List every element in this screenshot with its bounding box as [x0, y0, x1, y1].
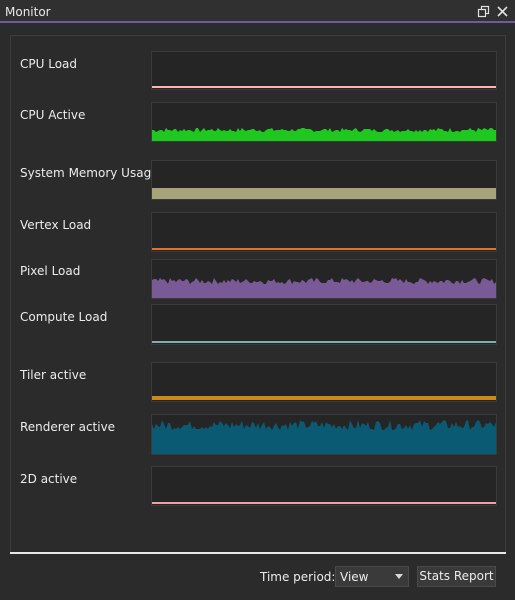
metric-line [152, 248, 496, 250]
metric-graph-pixel-load [151, 259, 497, 299]
metric-graph-tiler-active [151, 362, 497, 402]
metric-label: Compute Load [20, 310, 108, 324]
time-period-label: Time period: [260, 570, 336, 584]
metric-label: Renderer active [20, 420, 116, 434]
metric-fill [152, 278, 496, 298]
metric-graph-cpu-load [151, 51, 497, 90]
monitor-panel: CPU Load CPU Active System Memory Usage … [10, 35, 506, 553]
metric-label: 2D active [20, 472, 78, 486]
time-period-value: View [340, 570, 369, 584]
metric-graph-plot [152, 420, 496, 454]
footer-divider [10, 552, 506, 554]
metric-label: Tiler active [20, 368, 87, 382]
metric-line [152, 341, 496, 343]
close-icon[interactable] [496, 5, 509, 18]
metric-line [152, 86, 496, 88]
metric-graph-2d-active [151, 466, 497, 506]
metric-label: System Memory Usage [20, 166, 159, 180]
metric-graph-plot [152, 278, 496, 298]
metric-graph-plot [152, 86, 496, 88]
metric-label: Vertex Load [20, 218, 92, 232]
chevron-down-icon [395, 574, 403, 579]
metric-graph-plot [152, 341, 496, 343]
metric-label: CPU Load [20, 57, 77, 71]
metric-graph-compute-load [151, 304, 497, 345]
metric-fill [152, 128, 496, 141]
window-title: Monitor [5, 5, 51, 19]
metric-graph-cpu-active [151, 102, 497, 142]
metric-graph-plot [152, 188, 496, 199]
metric-graph-plot [152, 502, 496, 504]
metric-graph-plot [152, 396, 496, 400]
metric-graph-vertex-load [151, 212, 497, 252]
metric-graph-plot [152, 248, 496, 250]
time-period-select[interactable]: View [335, 566, 409, 587]
stats-report-button[interactable]: Stats Report [417, 566, 496, 587]
metric-fill [152, 188, 496, 199]
restore-icon[interactable] [477, 5, 490, 18]
metric-line [152, 396, 496, 400]
title-bar: Monitor [0, 0, 515, 23]
metric-fill [152, 420, 496, 454]
metric-label: Pixel Load [20, 264, 81, 278]
metric-line [152, 502, 496, 504]
metric-graph-plot [152, 128, 496, 141]
metric-label: CPU Active [20, 108, 86, 122]
metric-graph-system-memory-usage [151, 160, 497, 200]
metric-graph-renderer-active [151, 414, 497, 455]
